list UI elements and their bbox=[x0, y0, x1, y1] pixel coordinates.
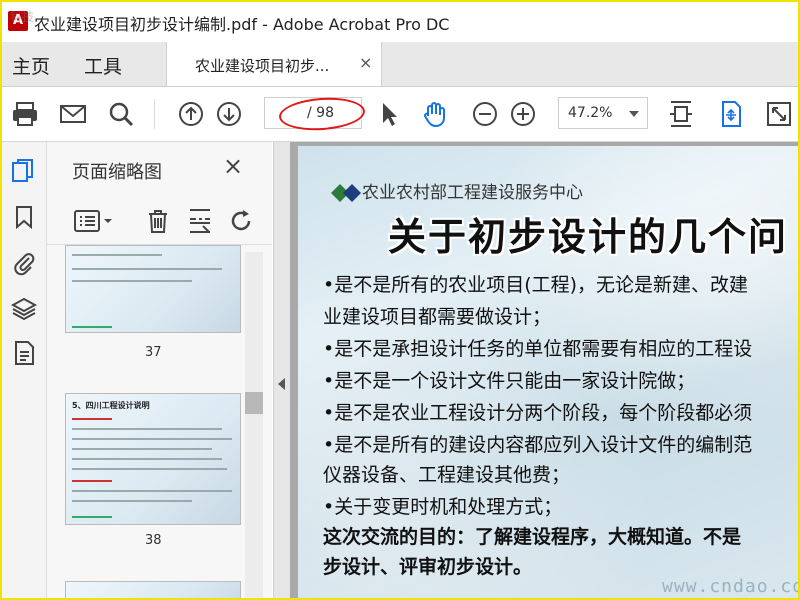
org-logo-icon bbox=[331, 184, 361, 202]
slide-bold-line: 步设计、评审初步设计。 bbox=[323, 556, 533, 578]
zoom-select[interactable]: 47.2% bbox=[558, 97, 648, 129]
page-content-icon[interactable] bbox=[11, 340, 37, 366]
thumbnail-list: 37 5、四川工程设计说明 38 bbox=[47, 245, 272, 598]
email-icon[interactable] bbox=[58, 99, 88, 129]
panel-collapse-handle[interactable] bbox=[273, 142, 290, 598]
full-screen-icon[interactable] bbox=[764, 99, 794, 129]
page-thumbnail[interactable]: 5、四川工程设计说明 bbox=[65, 393, 241, 525]
slide-line: •是不是农业工程设计分两个阶段，每个阶段都必须 bbox=[323, 402, 753, 424]
page-thumbnails-icon[interactable] bbox=[10, 158, 36, 184]
zoom-in-icon[interactable] bbox=[508, 99, 538, 129]
thumbnails-panel: 页面缩略图 × 37 5、四川工程设计说明 38 bbox=[47, 142, 272, 598]
slide-line: •是不是承担设计任务的单位都需要有相应的工程设 bbox=[323, 338, 753, 360]
tab-tools[interactable]: 工具 bbox=[84, 52, 122, 79]
chevron-down-icon bbox=[629, 111, 639, 117]
tab-close-icon[interactable]: × bbox=[359, 53, 372, 72]
slide-line: •是不是所有的农业项目(工程)，无论是新建、改建 bbox=[323, 274, 749, 296]
slide-line: 仪器设备、工程建设其他费； bbox=[323, 464, 571, 486]
previous-page-icon[interactable] bbox=[176, 99, 206, 129]
pdf-page: 农业农村部工程建设服务中心 关于初步设计的几个问 •是不是所有的农业项目(工程)… bbox=[298, 146, 798, 598]
bookmark-icon[interactable] bbox=[11, 204, 37, 230]
thumbnails-scrollbar[interactable] bbox=[245, 252, 263, 598]
next-page-icon[interactable] bbox=[214, 99, 244, 129]
document-view[interactable]: 农业农村部工程建设服务中心 关于初步设计的几个问 •是不是所有的农业项目(工程)… bbox=[290, 142, 798, 598]
navigation-rail bbox=[2, 142, 47, 598]
slide-line: •是不是所有的建设内容都应列入设计文件的编制范 bbox=[323, 434, 753, 456]
thumbnail-options-icon[interactable] bbox=[73, 206, 115, 236]
print-icon[interactable] bbox=[10, 99, 40, 129]
scrollbar-thumb[interactable] bbox=[245, 392, 263, 414]
hand-tool-icon[interactable] bbox=[420, 99, 450, 129]
thumbnail-page-number: 38 bbox=[145, 533, 162, 548]
tab-document[interactable]: 农业建设项目初步... × bbox=[166, 42, 382, 86]
thumbnail-heading: 5、四川工程设计说明 bbox=[72, 401, 150, 410]
rotate-icon[interactable] bbox=[227, 206, 257, 236]
site-watermark: www.cndao.com bbox=[662, 576, 798, 597]
slide-line: 业建设项目都需要做设计； bbox=[323, 306, 552, 328]
attachment-icon[interactable] bbox=[11, 250, 37, 276]
title-bar: A 科技 农业建设项目初步设计编制.pdf - Adobe Acrobat Pr… bbox=[2, 2, 798, 42]
extract-pages-icon[interactable] bbox=[185, 206, 215, 236]
tab-row: 主页 工具 农业建设项目初步... × bbox=[2, 42, 798, 87]
thumbnails-title: 页面缩略图 bbox=[72, 162, 162, 183]
ghost-watermark: 科技 bbox=[10, 10, 35, 24]
fit-page-icon[interactable] bbox=[666, 99, 696, 129]
delete-icon[interactable] bbox=[143, 206, 173, 236]
organization-name: 农业农村部工程建设服务中心 bbox=[362, 183, 583, 203]
toolbar-divider bbox=[154, 99, 155, 129]
tab-document-label: 农业建设项目初步... bbox=[195, 57, 330, 75]
layers-icon[interactable] bbox=[10, 296, 38, 322]
thumbnail-page-number: 37 bbox=[145, 345, 162, 360]
select-cursor-icon[interactable] bbox=[374, 99, 404, 129]
close-icon[interactable]: × bbox=[223, 152, 243, 180]
search-icon[interactable] bbox=[106, 99, 136, 129]
window-title: 农业建设项目初步设计编制.pdf - Adobe Acrobat Pro DC bbox=[34, 15, 450, 34]
slide-line: •是不是一个设计文件只能由一家设计院做； bbox=[323, 370, 696, 392]
zoom-out-icon[interactable] bbox=[470, 99, 500, 129]
page-thumbnail[interactable] bbox=[65, 581, 241, 598]
slide-line: •关于变更时机和处理方式； bbox=[323, 496, 563, 518]
thumbnails-toolbar bbox=[47, 198, 272, 245]
main-toolbar: / 98 47.2% bbox=[2, 87, 798, 142]
slide-title: 关于初步设计的几个问 bbox=[388, 215, 789, 259]
acrobat-window: A 科技 农业建设项目初步设计编制.pdf - Adobe Acrobat Pr… bbox=[0, 0, 800, 600]
collapse-arrow-icon bbox=[278, 378, 285, 390]
zoom-value: 47.2% bbox=[568, 105, 613, 121]
page-thumbnail[interactable] bbox=[65, 245, 241, 333]
tab-home[interactable]: 主页 bbox=[12, 52, 50, 79]
slide-bold-line: 这次交流的目的：了解建设程序，大概知道。不是 bbox=[323, 526, 742, 548]
scrolling-mode-icon[interactable] bbox=[716, 99, 746, 129]
